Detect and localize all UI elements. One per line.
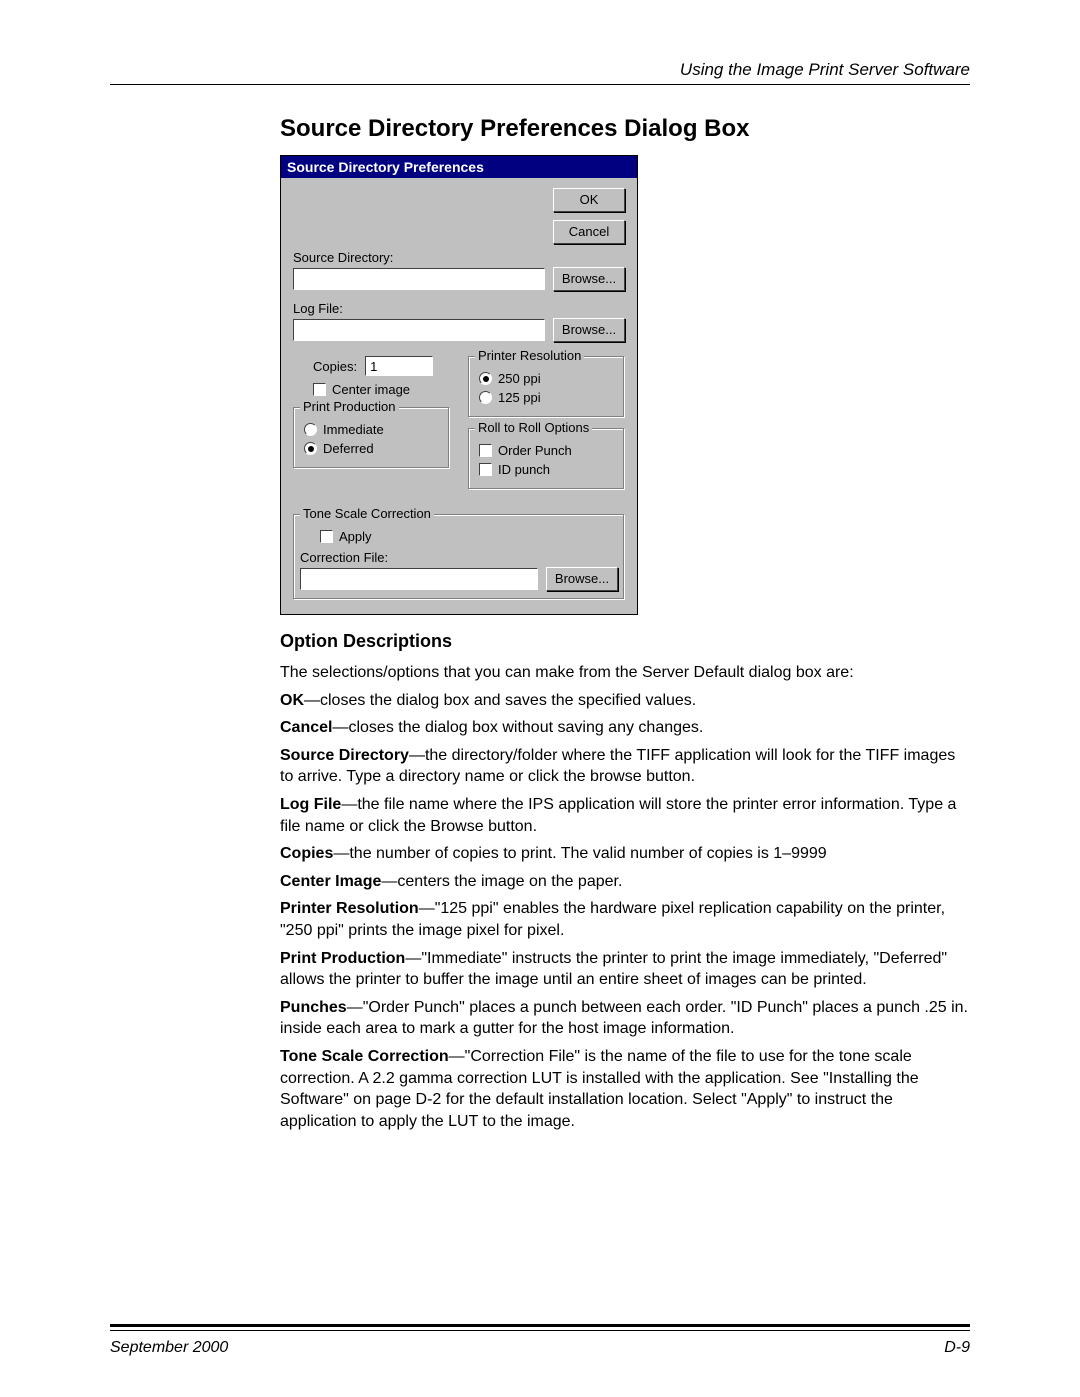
desc-center-text: —centers the image on the paper.	[381, 873, 622, 890]
order-punch-label: Order Punch	[498, 443, 572, 458]
dialog-titlebar: Source Directory Preferences	[281, 156, 637, 178]
desc-production-term: Print Production	[280, 950, 405, 967]
ppi-250-radio[interactable]	[479, 372, 492, 385]
immediate-label: Immediate	[323, 422, 384, 437]
desc-cancel-text: —closes the dialog box without saving an…	[332, 719, 703, 736]
center-image-label: Center image	[332, 382, 410, 397]
print-production-group: Print Production Immediate Deferred	[293, 407, 450, 469]
apply-label: Apply	[339, 529, 372, 544]
log-file-input[interactable]	[293, 319, 545, 341]
desc-resolution-term: Printer Resolution	[280, 900, 419, 917]
ok-button[interactable]: OK	[553, 188, 625, 212]
browse-source-button[interactable]: Browse...	[553, 267, 625, 291]
apply-checkbox[interactable]	[320, 530, 333, 543]
desc-intro: The selections/options that you can make…	[280, 662, 970, 684]
printer-resolution-title: Printer Resolution	[475, 348, 584, 363]
footer-rule-thin	[110, 1330, 970, 1331]
immediate-radio[interactable]	[304, 423, 317, 436]
desc-tone-term: Tone Scale Correction	[280, 1048, 449, 1065]
source-directory-label: Source Directory:	[293, 250, 625, 265]
desc-ok-term: OK	[280, 692, 304, 709]
printer-resolution-group: Printer Resolution 250 ppi 125 ppi	[468, 356, 625, 418]
source-dir-prefs-dialog: Source Directory Preferences OK Cancel S…	[280, 155, 638, 615]
tone-scale-group: Tone Scale Correction Apply Correction F…	[293, 514, 625, 600]
header-rule	[110, 84, 970, 85]
desc-cancel-term: Cancel	[280, 719, 332, 736]
deferred-radio[interactable]	[304, 442, 317, 455]
ppi-125-label: 125 ppi	[498, 390, 541, 405]
copies-label: Copies:	[313, 359, 357, 374]
desc-punches-text: —"Order Punch" places a punch between ea…	[280, 999, 968, 1038]
browse-correction-button[interactable]: Browse...	[546, 567, 618, 591]
correction-file-label: Correction File:	[300, 550, 618, 565]
deferred-label: Deferred	[323, 441, 374, 456]
option-descriptions-heading: Option Descriptions	[280, 631, 970, 652]
ppi-125-radio[interactable]	[479, 391, 492, 404]
order-punch-checkbox[interactable]	[479, 444, 492, 457]
footer-date: September 2000	[110, 1339, 228, 1357]
log-file-label: Log File:	[293, 301, 343, 316]
desc-ok-text: —closes the dialog box and saves the spe…	[304, 692, 696, 709]
desc-copies-term: Copies	[280, 845, 333, 862]
tone-scale-title: Tone Scale Correction	[300, 506, 434, 521]
center-image-checkbox[interactable]	[313, 383, 326, 396]
page-heading: Source Directory Preferences Dialog Box	[280, 115, 970, 143]
source-directory-input[interactable]	[293, 268, 545, 290]
roll-options-group: Roll to Roll Options Order Punch ID punc…	[468, 428, 625, 490]
desc-log-term: Log File	[280, 796, 341, 813]
correction-file-input[interactable]	[300, 568, 538, 590]
copies-input[interactable]	[365, 356, 433, 376]
desc-center-term: Center Image	[280, 873, 381, 890]
desc-source-term: Source Directory	[280, 747, 409, 764]
descriptions-body: The selections/options that you can make…	[280, 662, 970, 1132]
desc-log-text: —the file name where the IPS application…	[280, 796, 956, 835]
desc-punches-term: Punches	[280, 999, 347, 1016]
id-punch-checkbox[interactable]	[479, 463, 492, 476]
header-section-title: Using the Image Print Server Software	[110, 60, 970, 80]
roll-options-title: Roll to Roll Options	[475, 420, 592, 435]
footer-rule-thick	[110, 1324, 970, 1327]
footer-page-number: D-9	[944, 1339, 970, 1357]
browse-log-button[interactable]: Browse...	[553, 318, 625, 342]
cancel-button[interactable]: Cancel	[553, 220, 625, 244]
ppi-250-label: 250 ppi	[498, 371, 541, 386]
id-punch-label: ID punch	[498, 462, 550, 477]
desc-copies-text: —the number of copies to print. The vali…	[333, 845, 826, 862]
print-production-title: Print Production	[300, 399, 399, 414]
